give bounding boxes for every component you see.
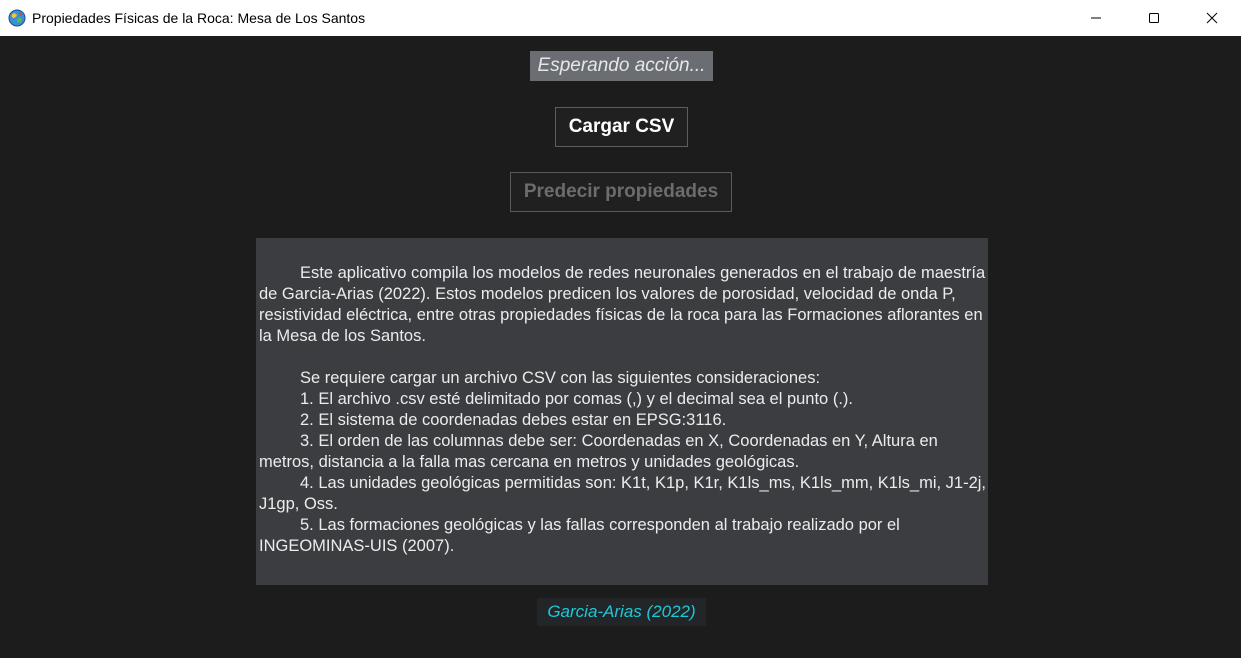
- maximize-icon: [1149, 13, 1159, 23]
- requirement-item: 2. El sistema de coordenadas debes estar…: [300, 411, 727, 429]
- predict-properties-button[interactable]: Predecir propiedades: [510, 172, 732, 212]
- requirement-item: 1. El archivo .csv esté delimitado por c…: [300, 390, 853, 408]
- globe-icon: [8, 9, 26, 27]
- requirement-item: 4. Las unidades geológicas permitidas so…: [259, 474, 986, 513]
- title-bar[interactable]: Propiedades Físicas de la Roca: Mesa de …: [0, 0, 1241, 36]
- main-content: Esperando acción... Cargar CSV Predecir …: [0, 37, 1241, 658]
- close-button[interactable]: [1183, 0, 1241, 36]
- info-panel: Este aplicativo compila los modelos de r…: [256, 238, 988, 585]
- requirements-intro: Se requiere cargar un archivo CSV con la…: [300, 369, 821, 387]
- close-icon: [1206, 12, 1218, 24]
- requirement-item: 5. Las formaciones geológicas y las fall…: [259, 516, 900, 555]
- status-label: Esperando acción...: [530, 51, 713, 81]
- minimize-button[interactable]: [1067, 0, 1125, 36]
- requirement-item: 3. El orden de las columnas debe ser: Co…: [259, 432, 938, 471]
- info-paragraph: Este aplicativo compila los modelos de r…: [259, 264, 986, 345]
- maximize-button[interactable]: [1125, 0, 1183, 36]
- window-title: Propiedades Físicas de la Roca: Mesa de …: [32, 10, 366, 26]
- author-credit: Garcia-Arias (2022): [537, 598, 706, 626]
- load-csv-button[interactable]: Cargar CSV: [555, 107, 688, 147]
- minimize-icon: [1091, 17, 1101, 19]
